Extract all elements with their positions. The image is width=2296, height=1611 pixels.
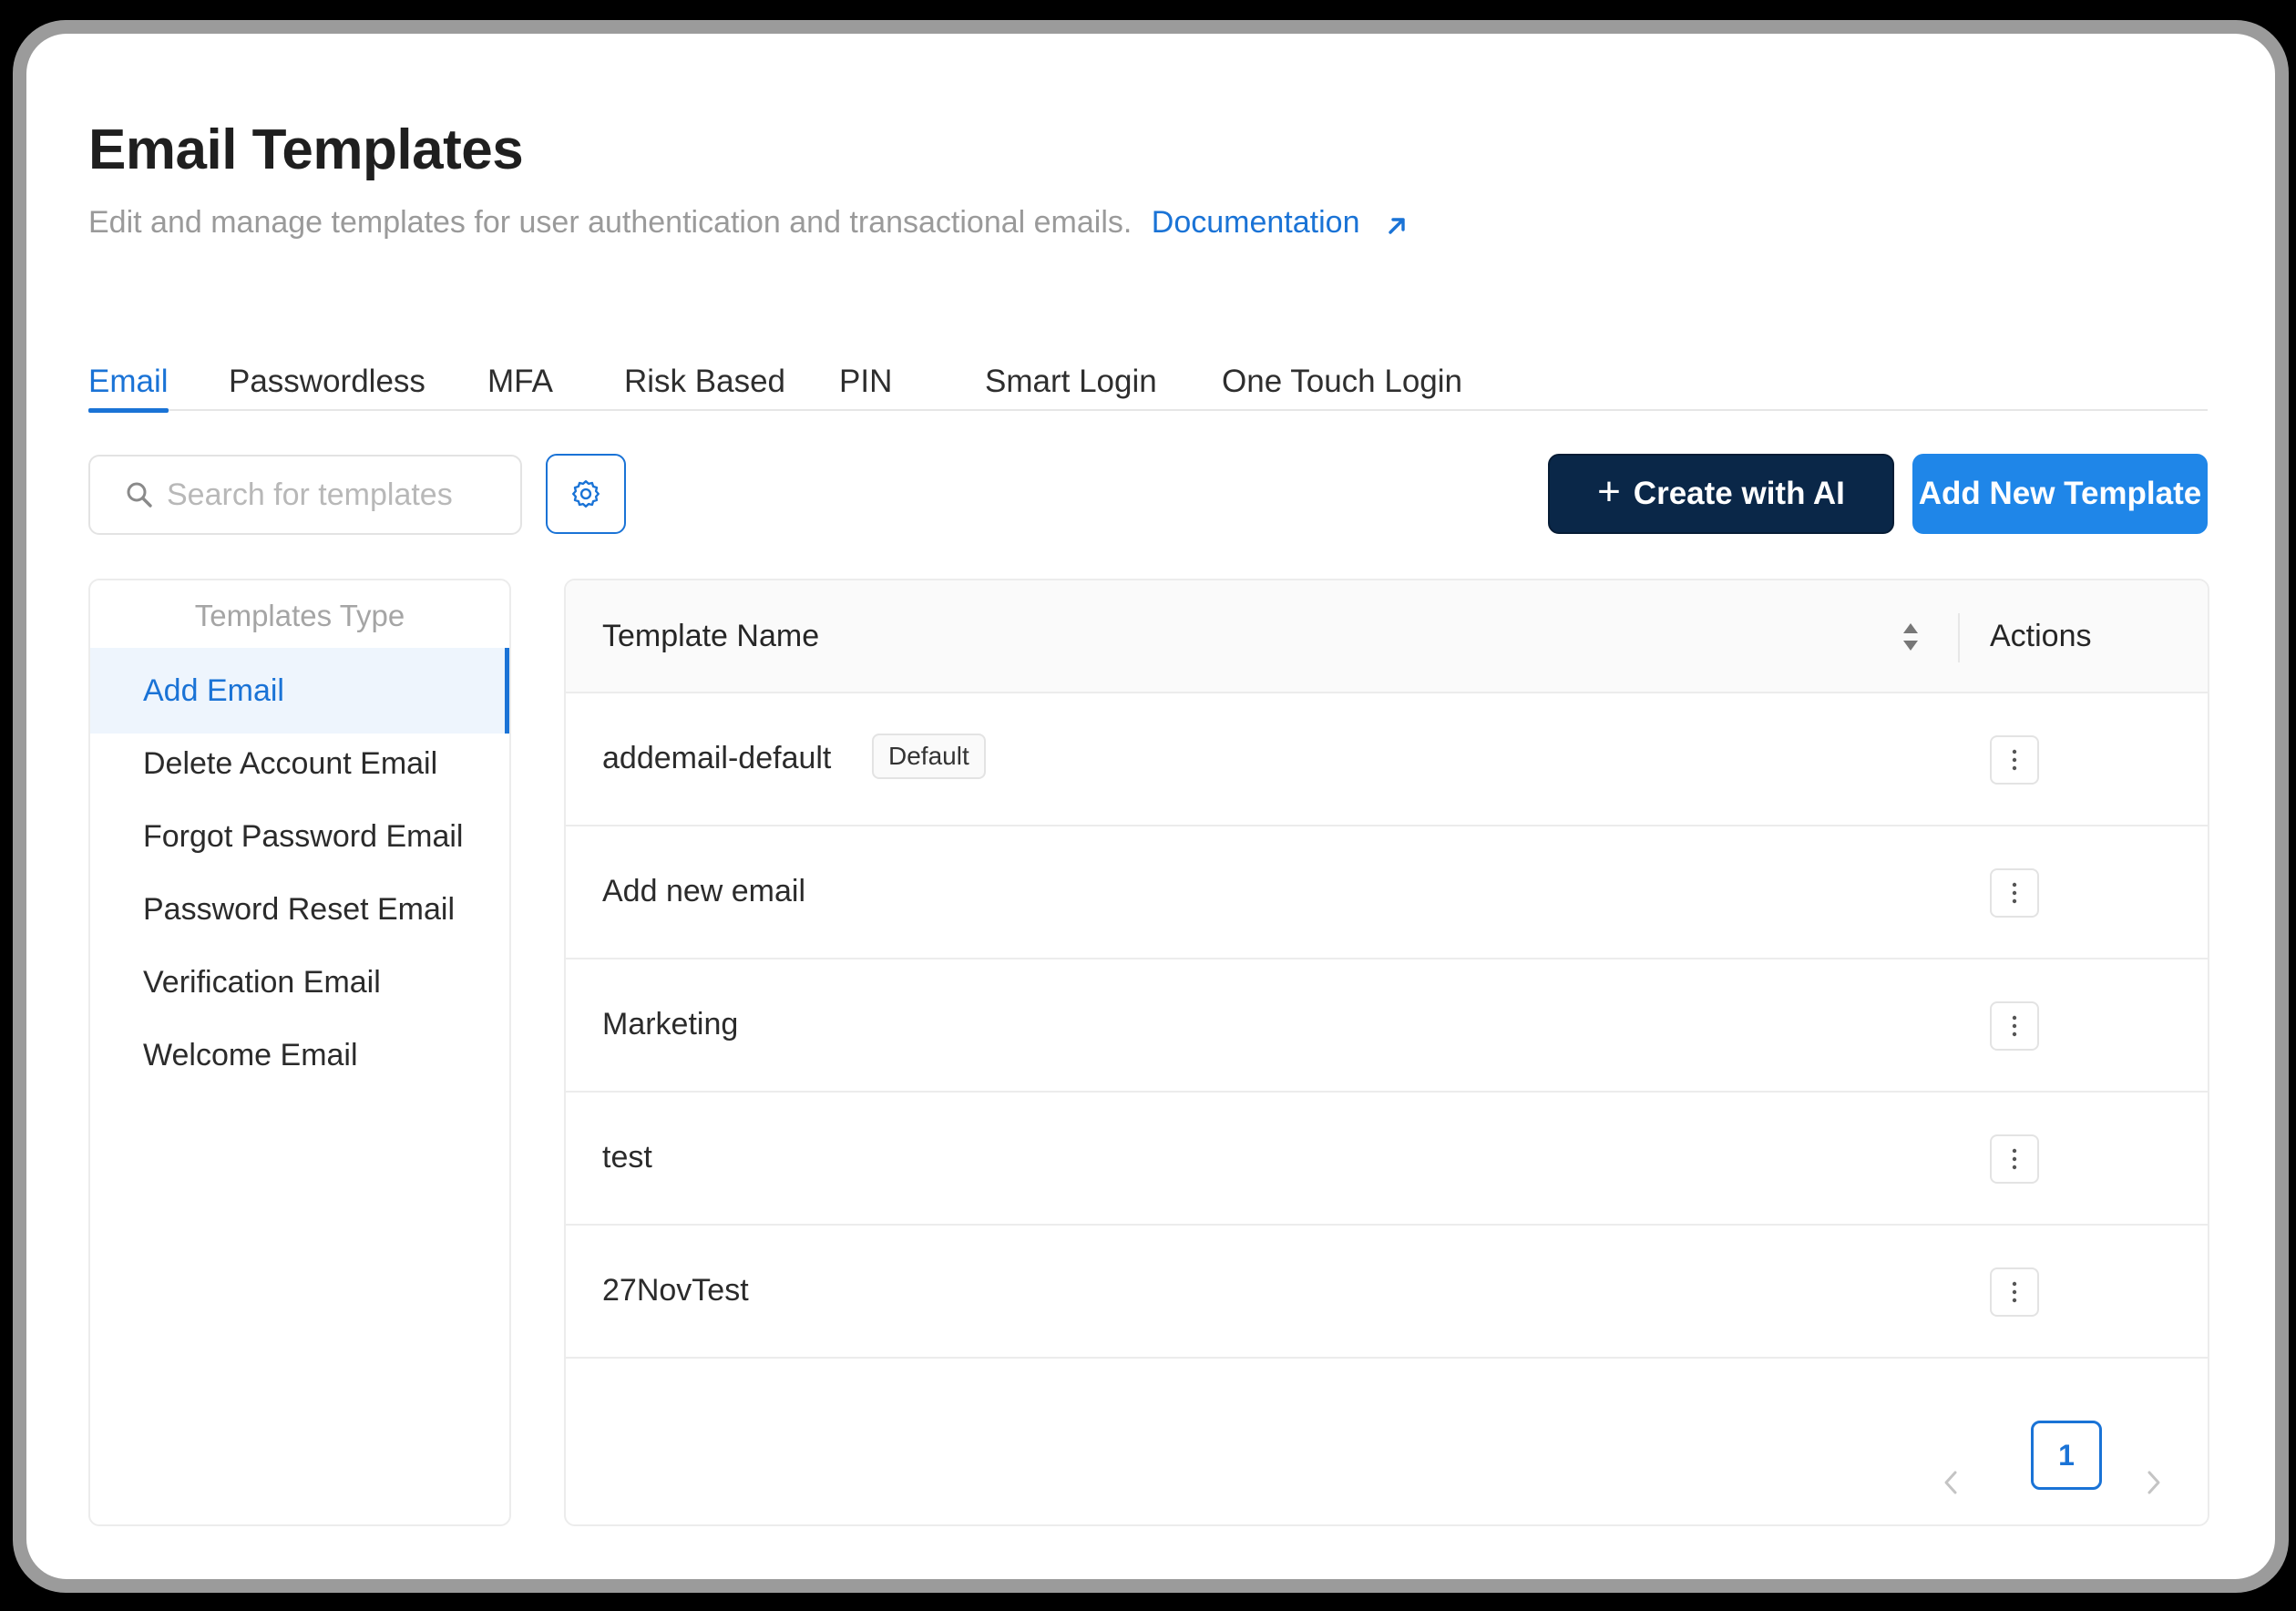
row-actions-button[interactable] [1990, 868, 2039, 918]
table-row[interactable]: Marketing [566, 959, 2208, 1093]
external-link-icon [1389, 218, 1405, 234]
table-row[interactable]: Add new email [566, 826, 2208, 959]
templates-table: Template Name Actions addemail-default D… [564, 579, 2209, 1526]
tab-risk-based[interactable]: Risk Based [624, 333, 785, 411]
tab-smart-login[interactable]: Smart Login [985, 333, 1157, 411]
template-name: 27NovTest [602, 1273, 749, 1308]
subtitle-text: Edit and manage templates for user authe… [88, 205, 1133, 240]
app-window: Email Templates Edit and manage template… [26, 34, 2275, 1579]
type-item-welcome-email[interactable]: Welcome Email [90, 1012, 509, 1098]
column-divider [1958, 613, 1960, 662]
search-box [88, 455, 522, 535]
sort-icon[interactable] [1901, 621, 1921, 653]
table-row[interactable]: 27NovTest [566, 1226, 2208, 1359]
templates-type-header: Templates Type [194, 599, 405, 632]
row-actions-button[interactable] [1990, 1267, 2039, 1317]
create-with-ai-label: Create with AI [1633, 476, 1845, 511]
more-vertical-icon [2012, 1015, 2017, 1037]
row-actions-button[interactable] [1990, 1134, 2039, 1184]
template-name: addemail-default [602, 741, 832, 775]
tab-mfa[interactable]: MFA [487, 333, 553, 411]
template-name: Add new email [602, 874, 806, 908]
tab-one-touch-login[interactable]: One Touch Login [1222, 333, 1462, 411]
tab-pin[interactable]: PIN [839, 333, 892, 411]
add-new-template-button[interactable]: Add New Template [1912, 454, 2208, 534]
row-actions-button[interactable] [1990, 1001, 2039, 1051]
tab-email[interactable]: Email [88, 333, 169, 413]
documentation-link[interactable]: Documentation [1152, 205, 1409, 240]
column-header-template-name: Template Name [602, 619, 820, 653]
template-name: Marketing [602, 1007, 739, 1042]
column-header-actions: Actions [1990, 619, 2092, 653]
table-row[interactable]: addemail-default Default [566, 693, 2208, 826]
create-with-ai-button[interactable]: + Create with AI [1548, 454, 1894, 534]
more-vertical-icon [2012, 882, 2017, 904]
table-header: Template Name Actions [566, 580, 2208, 693]
template-name: test [602, 1140, 652, 1175]
documentation-link-label: Documentation [1151, 205, 1360, 240]
gear-icon [572, 480, 600, 508]
search-input[interactable] [167, 477, 513, 513]
search-icon [127, 482, 152, 508]
settings-button[interactable] [546, 454, 626, 534]
more-vertical-icon [2012, 1281, 2017, 1303]
tab-bar: Email Passwordless MFA Risk Based PIN Sm… [88, 333, 2208, 413]
row-actions-button[interactable] [1990, 735, 2039, 785]
chevron-left-icon[interactable] [1942, 1469, 1960, 1496]
page-title: Email Templates [88, 118, 524, 181]
pagination-page-1[interactable]: 1 [2031, 1421, 2102, 1490]
more-vertical-icon [2012, 1148, 2017, 1170]
more-vertical-icon [2012, 749, 2017, 771]
default-badge: Default [872, 734, 986, 779]
page-subtitle: Edit and manage templates for user authe… [88, 205, 1409, 241]
templates-type-panel: Templates Type Add Email Delete Account … [88, 579, 511, 1526]
table-row[interactable]: test [566, 1093, 2208, 1226]
plus-icon: + [1597, 469, 1621, 514]
chevron-right-icon[interactable] [2145, 1469, 2163, 1496]
tab-passwordless[interactable]: Passwordless [229, 333, 425, 411]
